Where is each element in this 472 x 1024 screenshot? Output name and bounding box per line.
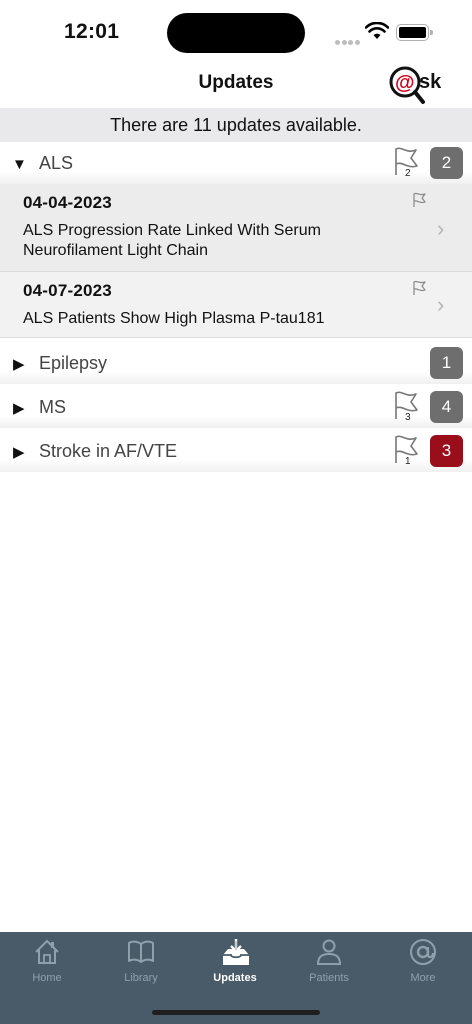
section-header-als[interactable]: ▼ ALS 2 2 (0, 142, 472, 184)
update-title: ALS Patients Show High Plasma P-tau181 (23, 310, 325, 327)
flag-icon[interactable]: 2 (392, 146, 422, 180)
chevron-right-icon: › (437, 216, 445, 241)
dynamic-island (167, 13, 305, 53)
section-header-stroke[interactable]: ▶ Stroke in AF/VTE 1 3 (0, 430, 472, 472)
section-name: Epilepsy (39, 353, 108, 373)
cellular-signal-icon (335, 32, 361, 50)
update-count-badge: 1 (430, 347, 463, 379)
tab-label: Updates (213, 972, 257, 984)
expand-triangle-icon: ▶ (13, 356, 25, 373)
tab-updates[interactable]: Updates (188, 932, 282, 992)
book-icon (128, 940, 154, 963)
wifi-icon (365, 22, 389, 39)
update-count-badge: 2 (430, 147, 463, 179)
section-name: MS (39, 397, 66, 417)
tab-label: Home (32, 972, 62, 984)
home-indicator (152, 1010, 320, 1015)
tab-label: More (410, 972, 436, 984)
tab-label: Library (124, 972, 158, 984)
tab-library[interactable]: Library (94, 932, 188, 992)
flag-count: 1 (405, 456, 411, 467)
home-icon (35, 939, 59, 964)
update-date: 04-04-2023 (23, 193, 112, 212)
expand-triangle-icon: ▶ (13, 444, 25, 461)
flag-icon[interactable]: 1 (392, 434, 422, 468)
nav-header: Updates @ sk (0, 62, 472, 108)
section-header-ms[interactable]: ▶ MS 3 4 (0, 386, 472, 428)
tab-home[interactable]: Home (0, 932, 94, 992)
update-count-badge: 3 (430, 435, 463, 467)
section-name: ALS (39, 153, 74, 173)
updates-available-banner: There are 11 updates available. (0, 108, 472, 142)
flag-icon[interactable] (412, 280, 428, 296)
flag-count: 2 (405, 168, 411, 179)
flag-icon[interactable] (412, 192, 428, 208)
ask-logo[interactable]: @ sk (386, 64, 452, 106)
update-title: ALS Progression Rate Linked With Serum N… (23, 222, 321, 259)
update-date: 04-07-2023 (23, 281, 112, 300)
inbox-download-icon (223, 939, 249, 965)
status-time: 12:01 (64, 20, 120, 43)
status-bar: 12:01 (0, 0, 472, 62)
battery-icon (396, 24, 433, 41)
person-icon (316, 939, 342, 965)
expand-triangle-icon: ▶ (13, 400, 25, 417)
svg-text:@: @ (395, 72, 415, 94)
chevron-right-icon: › (437, 292, 445, 317)
update-item[interactable]: 04-04-2023 ALS Progression Rate Linked W… (0, 184, 472, 272)
flag-icon[interactable]: 3 (392, 390, 422, 424)
section-name: Stroke in AF/VTE (39, 441, 178, 461)
update-item[interactable]: 04-07-2023 ALS Patients Show High Plasma… (0, 272, 472, 338)
flag-count: 3 (405, 412, 411, 423)
tab-patients[interactable]: Patients (282, 932, 376, 992)
svg-text:sk: sk (419, 71, 442, 93)
update-count-badge: 4 (430, 391, 463, 423)
at-icon (410, 939, 436, 965)
tab-label: Patients (309, 972, 349, 984)
tab-more[interactable]: More (376, 932, 470, 992)
section-header-epilepsy[interactable]: ▶ Epilepsy 1 (0, 342, 472, 384)
collapse-triangle-icon: ▼ (12, 156, 27, 173)
